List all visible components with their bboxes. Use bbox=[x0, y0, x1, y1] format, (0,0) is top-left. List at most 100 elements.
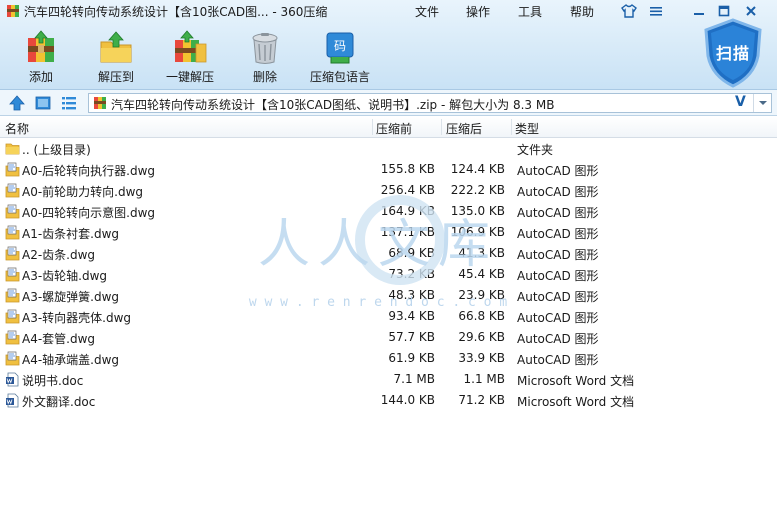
file-type: 文件夹 bbox=[517, 143, 554, 157]
scan-label: 扫描 bbox=[715, 44, 750, 63]
file-row[interactable]: A3-转向器壳体.dwg 93.4 KB 66.8 KB AutoCAD 图形 bbox=[0, 306, 777, 327]
one-click-extract-icon bbox=[175, 30, 207, 63]
chevron-down-icon bbox=[758, 101, 767, 105]
file-packed-size: 222.2 KB bbox=[450, 183, 505, 197]
column-divider[interactable] bbox=[372, 119, 373, 135]
word-doc-icon bbox=[5, 393, 20, 408]
file-list: .. (上级目录) 文件夹 A0-后轮转向执行器.dwg 155.8 KB 124.4 … bbox=[0, 138, 777, 522]
skin-button[interactable] bbox=[618, 2, 640, 20]
file-type: AutoCAD 图形 bbox=[517, 353, 599, 367]
close-icon bbox=[746, 6, 756, 16]
file-name: 说明书.doc bbox=[22, 374, 84, 388]
file-type: Microsoft Word 文档 bbox=[517, 374, 635, 388]
archive-app-icon bbox=[7, 5, 19, 17]
add-button[interactable]: 添加 bbox=[20, 30, 62, 86]
folder-icon bbox=[5, 141, 20, 156]
app-header: 汽车四轮转向传动系统设计【含10张CAD图... - 360压缩 文件 操作 工… bbox=[0, 0, 777, 90]
file-row[interactable]: .. (上级目录) 文件夹 bbox=[0, 138, 777, 159]
file-type: AutoCAD 图形 bbox=[517, 269, 599, 283]
file-name: A0-前轮助力转向.dwg bbox=[22, 185, 144, 199]
file-packed-size: 45.4 KB bbox=[458, 267, 505, 281]
file-row[interactable]: A0-后轮转向执行器.dwg 155.8 KB 124.4 KB AutoCAD 图形 bbox=[0, 159, 777, 180]
file-packed-size: 71.2 KB bbox=[458, 393, 505, 407]
add-label: 添加 bbox=[28, 70, 53, 84]
column-divider[interactable] bbox=[511, 119, 512, 135]
file-size: 68.9 KB bbox=[388, 246, 435, 260]
dwg-icon bbox=[5, 204, 20, 219]
zip-file-icon bbox=[94, 97, 106, 109]
archive-password-button[interactable]: 码 压缩包语言 bbox=[308, 30, 372, 86]
one-click-extract-button[interactable]: 一键解压 bbox=[164, 30, 216, 86]
file-packed-size: 124.4 KB bbox=[450, 162, 505, 176]
menu-dropdown-button[interactable] bbox=[645, 2, 667, 20]
archive-path-text: 汽车四轮转向传动系统设计【含10张CAD图纸、说明书】.zip - 解包大小为 … bbox=[111, 98, 555, 112]
archive-password-label: 压缩包语言 bbox=[309, 70, 370, 84]
dwg-icon bbox=[5, 288, 20, 303]
file-type: AutoCAD 图形 bbox=[517, 206, 599, 220]
scan-button[interactable]: 扫描 bbox=[702, 18, 764, 88]
add-archive-icon bbox=[28, 30, 54, 62]
file-name: A4-套管.dwg bbox=[22, 332, 96, 346]
file-row[interactable]: A4-轴承端盖.dwg 61.9 KB 33.9 KB AutoCAD 图形 bbox=[0, 348, 777, 369]
dwg-icon bbox=[5, 162, 20, 177]
file-size: 57.7 KB bbox=[388, 330, 435, 344]
file-name: A3-螺旋弹簧.dwg bbox=[22, 290, 120, 304]
word-doc-icon bbox=[5, 372, 20, 387]
delete-button[interactable]: 删除 bbox=[247, 30, 283, 86]
menu-operation[interactable]: 操作 bbox=[466, 3, 490, 20]
column-size[interactable]: 压缩前 bbox=[376, 120, 412, 137]
menu-tools[interactable]: 工具 bbox=[518, 3, 542, 20]
file-size: 256.4 KB bbox=[380, 183, 435, 197]
extract-to-label: 解压到 bbox=[97, 70, 134, 84]
window-title: 汽车四轮转向传动系统设计【含10张CAD图... - 360压缩 bbox=[24, 5, 328, 19]
file-row[interactable]: A4-套管.dwg 57.7 KB 29.6 KB AutoCAD 图形 bbox=[0, 327, 777, 348]
column-packed[interactable]: 压缩后 bbox=[446, 120, 482, 137]
dwg-icon bbox=[5, 225, 20, 240]
file-size: 155.8 KB bbox=[380, 162, 435, 176]
column-type[interactable]: 类型 bbox=[515, 120, 539, 137]
dwg-icon bbox=[5, 351, 20, 366]
file-row[interactable]: A0-前轮助力转向.dwg 256.4 KB 222.2 KB AutoCAD 图形 bbox=[0, 180, 777, 201]
file-size: 93.4 KB bbox=[388, 309, 435, 323]
file-type: AutoCAD 图形 bbox=[517, 248, 599, 262]
path-dropdown-button[interactable] bbox=[753, 94, 771, 112]
file-list-header: 名称 压缩前 压缩后 类型 bbox=[0, 117, 777, 138]
up-arrow-icon[interactable] bbox=[8, 94, 26, 112]
file-type: AutoCAD 图形 bbox=[517, 164, 599, 178]
list-menu-icon bbox=[650, 7, 662, 16]
file-row[interactable]: 说明书.doc 7.1 MB 1.1 MB Microsoft Word 文档 bbox=[0, 369, 777, 390]
file-size: 7.1 MB bbox=[393, 372, 435, 386]
file-packed-size: 1.1 MB bbox=[463, 372, 505, 386]
file-row[interactable]: A3-螺旋弹簧.dwg 48.3 KB 23.9 KB AutoCAD 图形 bbox=[0, 285, 777, 306]
file-row[interactable]: A1-齿条衬套.dwg 137.1 KB 106.9 KB AutoCAD 图形 bbox=[0, 222, 777, 243]
path-field[interactable]: 汽车四轮转向传动系统设计【含10张CAD图纸、说明书】.zip - 解包大小为 … bbox=[88, 93, 772, 113]
menu-help[interactable]: 帮助 bbox=[570, 3, 594, 20]
file-type: AutoCAD 图形 bbox=[517, 311, 599, 325]
one-click-extract-label: 一键解压 bbox=[165, 70, 214, 84]
column-name[interactable]: 名称 bbox=[5, 120, 29, 137]
delete-label: 删除 bbox=[252, 70, 277, 84]
path-v-mark[interactable]: V bbox=[735, 94, 746, 110]
file-name: A4-轴承端盖.dwg bbox=[22, 353, 120, 367]
file-row[interactable]: 外文翻译.doc 144.0 KB 71.2 KB Microsoft Word 文档 bbox=[0, 390, 777, 411]
dwg-icon bbox=[5, 267, 20, 282]
file-size: 164.9 KB bbox=[380, 204, 435, 218]
file-row[interactable]: A0-四轮转向示意图.dwg 164.9 KB 135.0 KB AutoCAD 图形 bbox=[0, 201, 777, 222]
file-type: AutoCAD 图形 bbox=[517, 332, 599, 346]
shirt-icon bbox=[621, 4, 637, 18]
minimize-icon bbox=[694, 13, 704, 15]
file-packed-size: 23.9 KB bbox=[458, 288, 505, 302]
file-name: A0-后轮转向执行器.dwg bbox=[22, 164, 156, 178]
file-type: AutoCAD 图形 bbox=[517, 185, 599, 199]
thumbnail-view-icon[interactable] bbox=[34, 94, 52, 112]
file-size: 73.2 KB bbox=[388, 267, 435, 281]
list-view-icon[interactable] bbox=[60, 94, 78, 112]
file-row[interactable]: A2-齿条.dwg 68.9 KB 41.3 KB AutoCAD 图形 bbox=[0, 243, 777, 264]
extract-to-button[interactable]: 解压到 bbox=[92, 30, 140, 86]
password-code-icon: 码 bbox=[326, 32, 354, 64]
file-size: 48.3 KB bbox=[388, 288, 435, 302]
address-bar: 汽车四轮转向传动系统设计【含10张CAD图纸、说明书】.zip - 解包大小为 … bbox=[0, 90, 777, 116]
column-divider[interactable] bbox=[441, 119, 442, 135]
menu-file[interactable]: 文件 bbox=[415, 3, 439, 20]
file-row[interactable]: A3-齿轮轴.dwg 73.2 KB 45.4 KB AutoCAD 图形 bbox=[0, 264, 777, 285]
